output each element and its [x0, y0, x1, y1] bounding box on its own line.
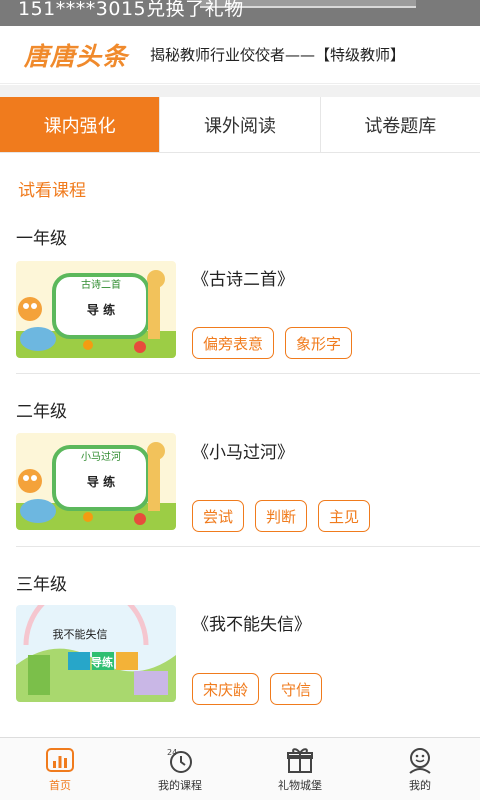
section-title: 试看课程	[18, 181, 86, 201]
headline-bar[interactable]: 唐唐头条 揭秘教师行业佼佼者——【特级教师】	[0, 26, 480, 84]
grade-label: 一年级	[16, 229, 67, 249]
tag-button[interactable]: 守信	[270, 673, 323, 705]
notification-banner: 151****3015兑换了礼物	[0, 0, 480, 26]
thumb-subtitle-text: 导 练	[87, 474, 115, 489]
nav-label: 我的课程	[158, 779, 202, 792]
tag-button[interactable]: 宋庆龄	[192, 673, 260, 705]
nav-item-my-courses[interactable]: 24 我的课程	[120, 738, 240, 800]
bottom-nav: 首页 24 我的课程 礼物城堡 我的	[0, 737, 480, 800]
home-chart-icon	[45, 746, 75, 774]
grade-label: 三年级	[16, 575, 67, 595]
thumb-title-text: 我不能失信	[53, 627, 108, 641]
course-thumbnail[interactable]: 我不能失信 导练	[16, 605, 176, 702]
tab-in-class[interactable]: 课内强化	[0, 97, 160, 152]
tag-button[interactable]: 象形字	[285, 327, 353, 359]
clock-24-icon: 24	[165, 746, 195, 774]
brand-logo-text: 唐唐头条	[24, 41, 129, 71]
nav-label: 我的	[409, 779, 431, 792]
nav-item-gift-castle[interactable]: 礼物城堡	[240, 738, 360, 800]
nav-item-home[interactable]: 首页	[0, 738, 120, 800]
banner-ticker-text: 151****3015兑换了礼物	[18, 0, 244, 20]
tag-list: 尝试 判断 主见	[192, 500, 371, 532]
tag-button[interactable]: 尝试	[192, 500, 245, 532]
course-thumbnail[interactable]: 古诗二首 导 练	[16, 261, 176, 358]
course-title[interactable]: 《小马过河》	[192, 438, 294, 463]
course-thumbnail[interactable]: 小马过河 导 练	[16, 433, 176, 530]
tag-list: 偏旁表意 象形字	[192, 327, 353, 359]
thumb-title-text: 小马过河	[81, 450, 121, 463]
category-tabs: 课内强化 课外阅读 试卷题库	[0, 97, 480, 153]
divider	[16, 546, 480, 547]
thumb-title-text: 古诗二首	[81, 278, 121, 291]
section-gap	[0, 85, 480, 97]
user-face-icon	[405, 746, 435, 774]
svg-text:24: 24	[167, 748, 177, 757]
thumb-subtitle-text: 导 练	[87, 302, 115, 317]
divider	[16, 373, 480, 374]
gift-icon	[285, 746, 315, 774]
grade-label: 二年级	[16, 402, 67, 422]
tag-button[interactable]: 主见	[318, 500, 371, 532]
nav-label: 首页	[49, 779, 71, 792]
tag-button[interactable]: 偏旁表意	[192, 327, 275, 359]
tag-button[interactable]: 判断	[255, 500, 308, 532]
tag-list: 宋庆龄 守信	[192, 673, 323, 705]
headline-text[interactable]: 揭秘教师行业佼佼者——【特级教师】	[150, 44, 405, 65]
nav-item-mine[interactable]: 我的	[360, 738, 480, 800]
course-title[interactable]: 《古诗二首》	[192, 265, 294, 290]
tab-exam-bank[interactable]: 试卷题库	[319, 97, 480, 152]
tab-extracurricular-reading[interactable]: 课外阅读	[159, 97, 319, 152]
thumb-subtitle-text: 导练	[91, 655, 113, 669]
course-title[interactable]: 《我不能失信》	[192, 610, 311, 635]
nav-label: 礼物城堡	[278, 779, 322, 792]
